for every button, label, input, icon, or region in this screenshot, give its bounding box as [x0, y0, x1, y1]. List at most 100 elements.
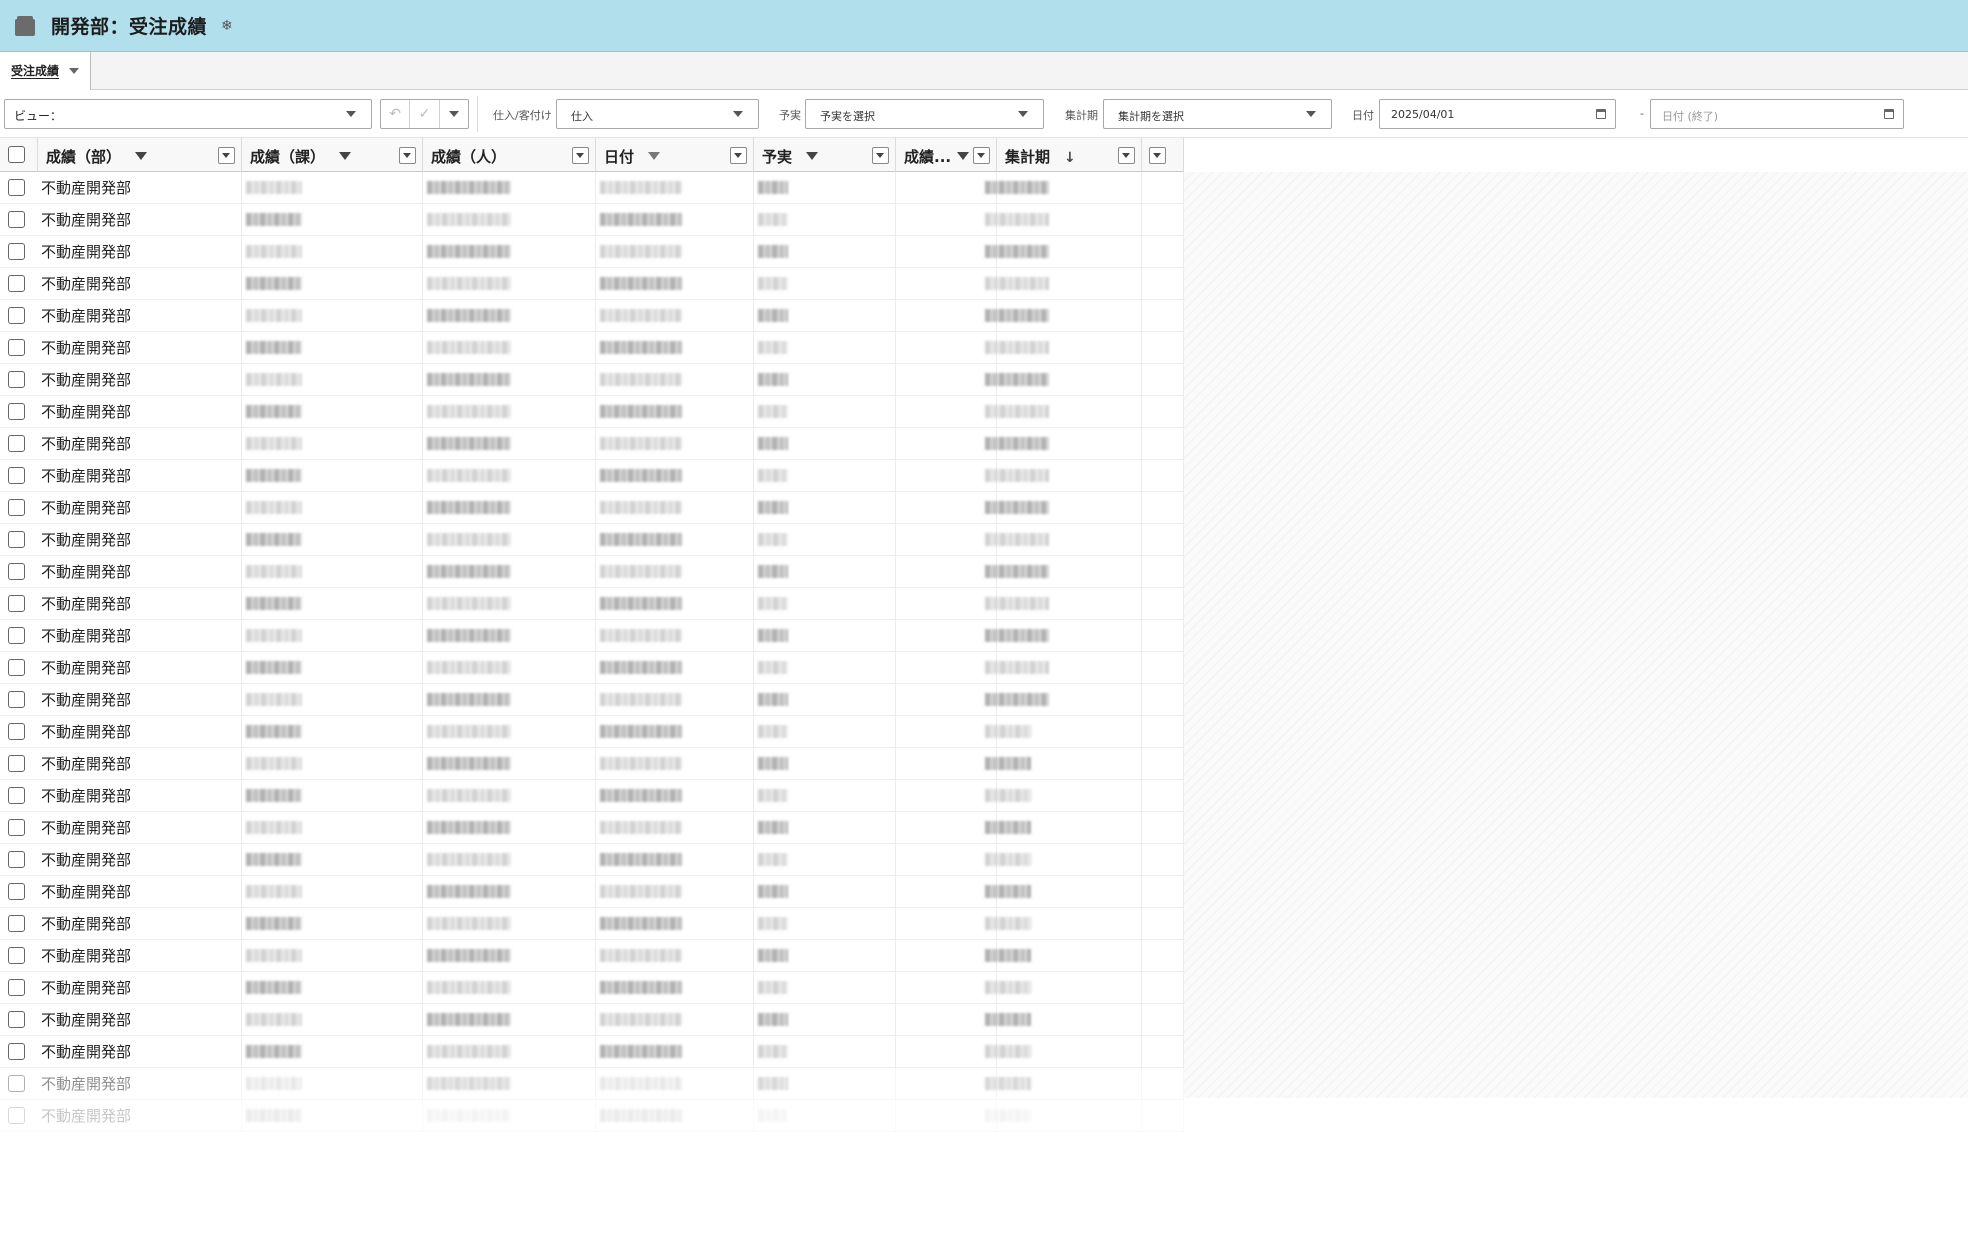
- table-row[interactable]: 不動産開発部: [0, 428, 1184, 460]
- row-checkbox[interactable]: [8, 691, 25, 708]
- row-checkbox[interactable]: [8, 979, 25, 996]
- row-checkbox[interactable]: [8, 627, 25, 644]
- table-row[interactable]: 不動産開発部: [0, 972, 1184, 1004]
- calendar-icon[interactable]: [1884, 109, 1894, 119]
- view-menu-button[interactable]: [438, 100, 468, 128]
- table-row[interactable]: 不動産開発部: [0, 940, 1184, 972]
- check-icon[interactable]: ✓: [409, 100, 438, 128]
- row-checkbox[interactable]: [8, 275, 25, 292]
- row-checkbox[interactable]: [8, 819, 25, 836]
- column-header-department[interactable]: 成績（部）: [38, 138, 242, 172]
- row-checkbox[interactable]: [8, 371, 25, 388]
- table-row[interactable]: 不動産開発部: [0, 204, 1184, 236]
- redacted-value: [427, 821, 511, 834]
- row-checkbox[interactable]: [8, 595, 25, 612]
- filter-icon[interactable]: [135, 151, 148, 160]
- table-row[interactable]: 不動産開発部: [0, 492, 1184, 524]
- table-row[interactable]: 不動産開発部: [0, 620, 1184, 652]
- row-checkbox[interactable]: [8, 787, 25, 804]
- plan-select[interactable]: 予実を選択: [805, 99, 1044, 129]
- row-checkbox[interactable]: [8, 915, 25, 932]
- row-checkbox[interactable]: [8, 307, 25, 324]
- sort-descending-icon[interactable]: ↓: [1064, 150, 1076, 166]
- table-row[interactable]: 不動産開発部: [0, 268, 1184, 300]
- row-checkbox[interactable]: [8, 211, 25, 228]
- table-row[interactable]: 不動産開発部: [0, 556, 1184, 588]
- table-row[interactable]: 不動産開発部: [0, 908, 1184, 940]
- table-row[interactable]: 不動産開発部: [0, 1036, 1184, 1068]
- row-checkbox[interactable]: [8, 1011, 25, 1028]
- view-select[interactable]: ビュー：: [4, 99, 372, 129]
- purchase-select[interactable]: 仕入: [556, 99, 759, 129]
- row-checkbox[interactable]: [8, 531, 25, 548]
- calendar-icon[interactable]: [1596, 109, 1606, 119]
- row-checkbox[interactable]: [8, 243, 25, 260]
- row-checkbox[interactable]: [8, 339, 25, 356]
- table-row[interactable]: 不動産開発部: [0, 588, 1184, 620]
- table-row[interactable]: 不動産開発部: [0, 332, 1184, 364]
- table-row[interactable]: 不動産開発部: [0, 364, 1184, 396]
- table-row[interactable]: 不動産開発部: [0, 652, 1184, 684]
- table-row[interactable]: 不動産開発部: [0, 716, 1184, 748]
- row-checkbox[interactable]: [8, 1107, 25, 1124]
- filter-outline-icon[interactable]: [648, 151, 661, 160]
- row-checkbox[interactable]: [8, 947, 25, 964]
- table-row[interactable]: 不動産開発部: [0, 780, 1184, 812]
- filter-icon[interactable]: [806, 151, 819, 160]
- view-actions: ↶ ✓: [380, 99, 469, 129]
- filter-icon[interactable]: [339, 151, 352, 160]
- column-menu-button[interactable]: [218, 147, 235, 164]
- column-menu-button[interactable]: [399, 147, 416, 164]
- row-checkbox[interactable]: [8, 403, 25, 420]
- table-row[interactable]: 不動産開発部: [0, 844, 1184, 876]
- table-row[interactable]: 不動産開発部: [0, 300, 1184, 332]
- row-checkbox[interactable]: [8, 563, 25, 580]
- column-menu-button[interactable]: [872, 147, 889, 164]
- period-select[interactable]: 集計期を選択: [1103, 99, 1332, 129]
- column-header-section[interactable]: 成績（課）: [242, 138, 423, 172]
- column-header-person[interactable]: 成績（人）: [423, 138, 596, 172]
- row-checkbox[interactable]: [8, 467, 25, 484]
- column-menu-button[interactable]: [572, 147, 589, 164]
- table-row[interactable]: 不動産開発部: [0, 1068, 1184, 1100]
- select-all-checkbox[interactable]: [8, 146, 25, 163]
- column-header-plan[interactable]: 予実: [754, 138, 896, 172]
- column-chooser-button[interactable]: [1149, 147, 1166, 164]
- row-checkbox[interactable]: [8, 723, 25, 740]
- row-checkbox[interactable]: [8, 1075, 25, 1092]
- row-checkbox[interactable]: [8, 435, 25, 452]
- table-row[interactable]: 不動産開発部: [0, 1004, 1184, 1036]
- column-menu-button[interactable]: [973, 147, 990, 164]
- table-row[interactable]: 不動産開発部: [0, 460, 1184, 492]
- column-header-date[interactable]: 日付: [596, 138, 754, 172]
- undo-icon[interactable]: ↶: [381, 100, 409, 128]
- chevron-down-icon[interactable]: [69, 68, 80, 74]
- tab-order-results[interactable]: 受注成績: [0, 52, 91, 90]
- table-row[interactable]: 不動産開発部: [0, 1100, 1184, 1132]
- column-menu-button[interactable]: [730, 147, 747, 164]
- redacted-value: [758, 821, 788, 834]
- gear-icon[interactable]: ❄: [221, 18, 233, 34]
- date-to-input[interactable]: 日付 (終了): [1650, 99, 1904, 129]
- table-row[interactable]: 不動産開発部: [0, 684, 1184, 716]
- row-checkbox[interactable]: [8, 659, 25, 676]
- row-checkbox[interactable]: [8, 851, 25, 868]
- row-checkbox[interactable]: [8, 755, 25, 772]
- table-row[interactable]: 不動産開発部: [0, 172, 1184, 204]
- table-row[interactable]: 不動産開発部: [0, 876, 1184, 908]
- table-row[interactable]: 不動産開発部: [0, 812, 1184, 844]
- row-checkbox[interactable]: [8, 499, 25, 516]
- column-menu-button[interactable]: [1118, 147, 1135, 164]
- row-checkbox[interactable]: [8, 1043, 25, 1060]
- table-row[interactable]: 不動産開発部: [0, 396, 1184, 428]
- filter-icon[interactable]: [957, 151, 970, 160]
- date-from-input[interactable]: 2025/04/01: [1379, 99, 1616, 129]
- table-row[interactable]: 不動産開発部: [0, 524, 1184, 556]
- column-header-result[interactable]: 成績...: [896, 138, 997, 172]
- row-checkbox[interactable]: [8, 883, 25, 900]
- column-header-period[interactable]: 集計期 ↓: [997, 138, 1142, 172]
- table-cell: 不動産開発部: [38, 844, 242, 876]
- table-row[interactable]: 不動産開発部: [0, 748, 1184, 780]
- table-row[interactable]: 不動産開発部: [0, 236, 1184, 268]
- row-checkbox[interactable]: [8, 179, 25, 196]
